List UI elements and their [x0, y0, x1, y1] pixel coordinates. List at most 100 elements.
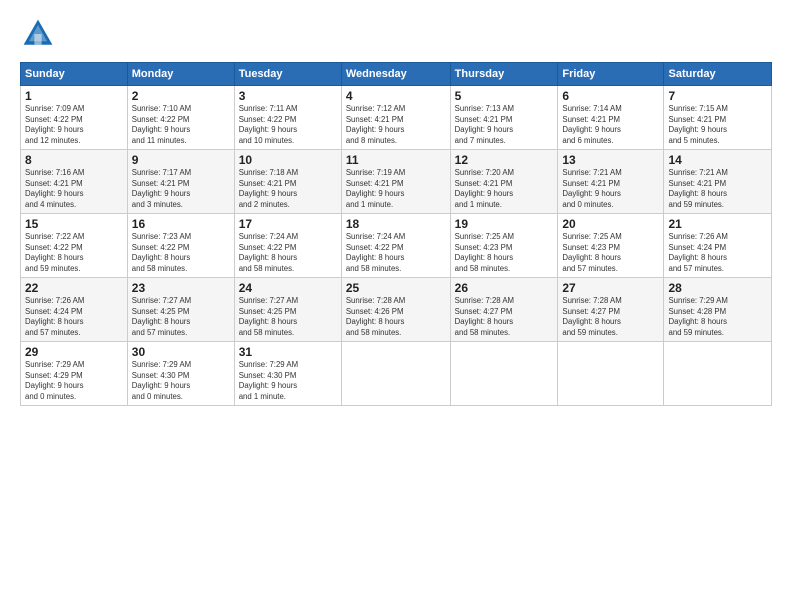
day-info: Sunrise: 7:26 AM Sunset: 4:24 PM Dayligh… — [25, 296, 123, 338]
day-number: 14 — [668, 153, 767, 167]
day-number: 22 — [25, 281, 123, 295]
day-info: Sunrise: 7:18 AM Sunset: 4:21 PM Dayligh… — [239, 168, 337, 210]
day-info: Sunrise: 7:29 AM Sunset: 4:28 PM Dayligh… — [668, 296, 767, 338]
calendar-header-sunday: Sunday — [21, 63, 128, 86]
day-info: Sunrise: 7:26 AM Sunset: 4:24 PM Dayligh… — [668, 232, 767, 274]
calendar-cell — [664, 342, 772, 406]
day-info: Sunrise: 7:21 AM Sunset: 4:21 PM Dayligh… — [668, 168, 767, 210]
day-info: Sunrise: 7:21 AM Sunset: 4:21 PM Dayligh… — [562, 168, 659, 210]
day-info: Sunrise: 7:24 AM Sunset: 4:22 PM Dayligh… — [239, 232, 337, 274]
calendar-header-row: SundayMondayTuesdayWednesdayThursdayFrid… — [21, 63, 772, 86]
calendar-cell: 20Sunrise: 7:25 AM Sunset: 4:23 PM Dayli… — [558, 214, 664, 278]
calendar-cell: 30Sunrise: 7:29 AM Sunset: 4:30 PM Dayli… — [127, 342, 234, 406]
day-info: Sunrise: 7:25 AM Sunset: 4:23 PM Dayligh… — [562, 232, 659, 274]
calendar-cell: 2Sunrise: 7:10 AM Sunset: 4:22 PM Daylig… — [127, 86, 234, 150]
day-number: 24 — [239, 281, 337, 295]
calendar-cell: 7Sunrise: 7:15 AM Sunset: 4:21 PM Daylig… — [664, 86, 772, 150]
logo — [20, 16, 62, 52]
calendar-cell: 16Sunrise: 7:23 AM Sunset: 4:22 PM Dayli… — [127, 214, 234, 278]
calendar-cell: 27Sunrise: 7:28 AM Sunset: 4:27 PM Dayli… — [558, 278, 664, 342]
day-info: Sunrise: 7:12 AM Sunset: 4:21 PM Dayligh… — [346, 104, 446, 146]
day-number: 17 — [239, 217, 337, 231]
calendar-cell: 11Sunrise: 7:19 AM Sunset: 4:21 PM Dayli… — [341, 150, 450, 214]
day-number: 9 — [132, 153, 230, 167]
day-number: 3 — [239, 89, 337, 103]
header — [20, 16, 772, 52]
day-info: Sunrise: 7:19 AM Sunset: 4:21 PM Dayligh… — [346, 168, 446, 210]
day-info: Sunrise: 7:16 AM Sunset: 4:21 PM Dayligh… — [25, 168, 123, 210]
day-info: Sunrise: 7:10 AM Sunset: 4:22 PM Dayligh… — [132, 104, 230, 146]
calendar-cell: 8Sunrise: 7:16 AM Sunset: 4:21 PM Daylig… — [21, 150, 128, 214]
calendar-week-row: 8Sunrise: 7:16 AM Sunset: 4:21 PM Daylig… — [21, 150, 772, 214]
day-info: Sunrise: 7:29 AM Sunset: 4:30 PM Dayligh… — [239, 360, 337, 402]
calendar-cell: 1Sunrise: 7:09 AM Sunset: 4:22 PM Daylig… — [21, 86, 128, 150]
day-number: 27 — [562, 281, 659, 295]
day-info: Sunrise: 7:23 AM Sunset: 4:22 PM Dayligh… — [132, 232, 230, 274]
calendar-header-wednesday: Wednesday — [341, 63, 450, 86]
day-info: Sunrise: 7:13 AM Sunset: 4:21 PM Dayligh… — [455, 104, 554, 146]
calendar-cell: 29Sunrise: 7:29 AM Sunset: 4:29 PM Dayli… — [21, 342, 128, 406]
day-number: 15 — [25, 217, 123, 231]
calendar-cell: 10Sunrise: 7:18 AM Sunset: 4:21 PM Dayli… — [234, 150, 341, 214]
calendar-week-row: 1Sunrise: 7:09 AM Sunset: 4:22 PM Daylig… — [21, 86, 772, 150]
day-number: 13 — [562, 153, 659, 167]
day-number: 6 — [562, 89, 659, 103]
day-number: 18 — [346, 217, 446, 231]
day-info: Sunrise: 7:17 AM Sunset: 4:21 PM Dayligh… — [132, 168, 230, 210]
calendar-cell: 26Sunrise: 7:28 AM Sunset: 4:27 PM Dayli… — [450, 278, 558, 342]
calendar-cell: 3Sunrise: 7:11 AM Sunset: 4:22 PM Daylig… — [234, 86, 341, 150]
calendar-cell: 21Sunrise: 7:26 AM Sunset: 4:24 PM Dayli… — [664, 214, 772, 278]
calendar-cell — [341, 342, 450, 406]
day-info: Sunrise: 7:28 AM Sunset: 4:27 PM Dayligh… — [455, 296, 554, 338]
calendar-cell: 12Sunrise: 7:20 AM Sunset: 4:21 PM Dayli… — [450, 150, 558, 214]
day-number: 29 — [25, 345, 123, 359]
calendar-cell: 28Sunrise: 7:29 AM Sunset: 4:28 PM Dayli… — [664, 278, 772, 342]
calendar-cell: 9Sunrise: 7:17 AM Sunset: 4:21 PM Daylig… — [127, 150, 234, 214]
calendar-week-row: 29Sunrise: 7:29 AM Sunset: 4:29 PM Dayli… — [21, 342, 772, 406]
day-info: Sunrise: 7:27 AM Sunset: 4:25 PM Dayligh… — [132, 296, 230, 338]
day-number: 10 — [239, 153, 337, 167]
day-number: 7 — [668, 89, 767, 103]
day-info: Sunrise: 7:27 AM Sunset: 4:25 PM Dayligh… — [239, 296, 337, 338]
calendar-cell: 6Sunrise: 7:14 AM Sunset: 4:21 PM Daylig… — [558, 86, 664, 150]
calendar-cell: 4Sunrise: 7:12 AM Sunset: 4:21 PM Daylig… — [341, 86, 450, 150]
calendar-cell: 13Sunrise: 7:21 AM Sunset: 4:21 PM Dayli… — [558, 150, 664, 214]
day-number: 16 — [132, 217, 230, 231]
calendar-cell: 17Sunrise: 7:24 AM Sunset: 4:22 PM Dayli… — [234, 214, 341, 278]
calendar-cell: 15Sunrise: 7:22 AM Sunset: 4:22 PM Dayli… — [21, 214, 128, 278]
day-number: 12 — [455, 153, 554, 167]
day-info: Sunrise: 7:22 AM Sunset: 4:22 PM Dayligh… — [25, 232, 123, 274]
day-number: 23 — [132, 281, 230, 295]
day-number: 2 — [132, 89, 230, 103]
day-number: 31 — [239, 345, 337, 359]
day-number: 19 — [455, 217, 554, 231]
calendar-week-row: 15Sunrise: 7:22 AM Sunset: 4:22 PM Dayli… — [21, 214, 772, 278]
day-number: 8 — [25, 153, 123, 167]
day-info: Sunrise: 7:29 AM Sunset: 4:29 PM Dayligh… — [25, 360, 123, 402]
day-info: Sunrise: 7:24 AM Sunset: 4:22 PM Dayligh… — [346, 232, 446, 274]
calendar-cell: 19Sunrise: 7:25 AM Sunset: 4:23 PM Dayli… — [450, 214, 558, 278]
calendar-cell — [450, 342, 558, 406]
calendar-cell — [558, 342, 664, 406]
day-number: 1 — [25, 89, 123, 103]
day-info: Sunrise: 7:28 AM Sunset: 4:27 PM Dayligh… — [562, 296, 659, 338]
day-number: 5 — [455, 89, 554, 103]
day-info: Sunrise: 7:29 AM Sunset: 4:30 PM Dayligh… — [132, 360, 230, 402]
day-number: 25 — [346, 281, 446, 295]
day-number: 4 — [346, 89, 446, 103]
page: SundayMondayTuesdayWednesdayThursdayFrid… — [0, 0, 792, 612]
day-number: 11 — [346, 153, 446, 167]
calendar-cell: 22Sunrise: 7:26 AM Sunset: 4:24 PM Dayli… — [21, 278, 128, 342]
calendar-header-monday: Monday — [127, 63, 234, 86]
day-info: Sunrise: 7:11 AM Sunset: 4:22 PM Dayligh… — [239, 104, 337, 146]
day-number: 28 — [668, 281, 767, 295]
calendar-header-saturday: Saturday — [664, 63, 772, 86]
calendar-cell: 5Sunrise: 7:13 AM Sunset: 4:21 PM Daylig… — [450, 86, 558, 150]
calendar-cell: 14Sunrise: 7:21 AM Sunset: 4:21 PM Dayli… — [664, 150, 772, 214]
day-number: 21 — [668, 217, 767, 231]
day-number: 30 — [132, 345, 230, 359]
day-info: Sunrise: 7:09 AM Sunset: 4:22 PM Dayligh… — [25, 104, 123, 146]
day-info: Sunrise: 7:14 AM Sunset: 4:21 PM Dayligh… — [562, 104, 659, 146]
calendar-cell: 18Sunrise: 7:24 AM Sunset: 4:22 PM Dayli… — [341, 214, 450, 278]
logo-icon — [20, 16, 56, 52]
